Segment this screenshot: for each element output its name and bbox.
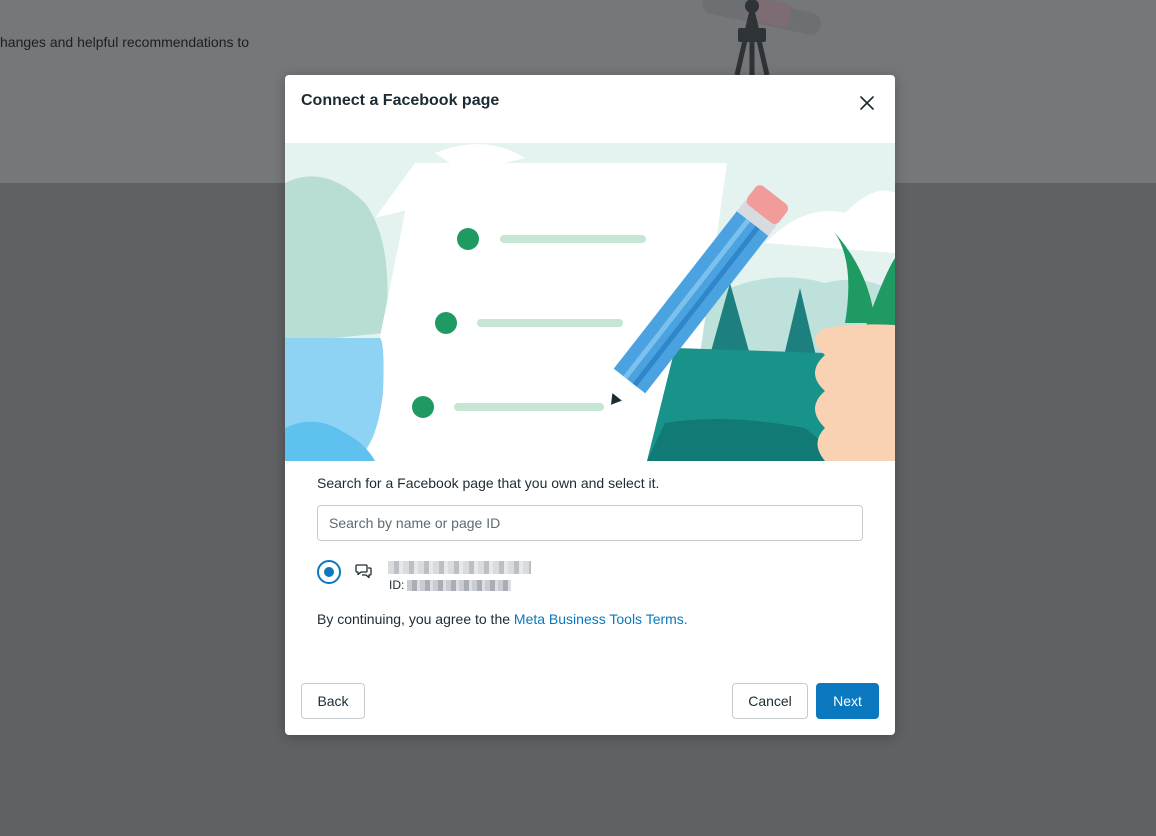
instruction-text: Search for a Facebook page that you own … [317, 475, 660, 491]
dialog-title: Connect a Facebook page [301, 92, 500, 109]
back-button[interactable]: Back [301, 683, 365, 719]
page-id-label: ID: [389, 578, 405, 592]
connect-facebook-page-dialog: Connect a Facebook page Search for a Fac… [285, 75, 895, 735]
cancel-button[interactable]: Cancel [732, 683, 808, 719]
radio-selected-dot [324, 567, 334, 577]
page-option[interactable]: ID: [317, 559, 863, 593]
page-id-redacted [407, 580, 512, 592]
dialog-header: Connect a Facebook page [285, 75, 895, 143]
telescope-illustration [702, 0, 821, 75]
page-name-redacted [388, 561, 531, 574]
page-id-row: ID: [389, 578, 512, 592]
checklist-illustration [285, 143, 895, 461]
terms-prefix: By continuing, you agree to the [317, 611, 514, 627]
background-text: hanges and helpful recommendations to [0, 34, 250, 50]
close-button[interactable] [853, 89, 881, 117]
chat-bubbles-icon [355, 564, 372, 579]
page-search-input[interactable] [317, 505, 863, 541]
terms-link[interactable]: Meta Business Tools Terms. [514, 611, 688, 627]
terms-text: By continuing, you agree to the Meta Bus… [317, 611, 688, 627]
next-button[interactable]: Next [816, 683, 879, 719]
close-icon [860, 96, 874, 110]
page-option-radio[interactable] [317, 560, 341, 584]
